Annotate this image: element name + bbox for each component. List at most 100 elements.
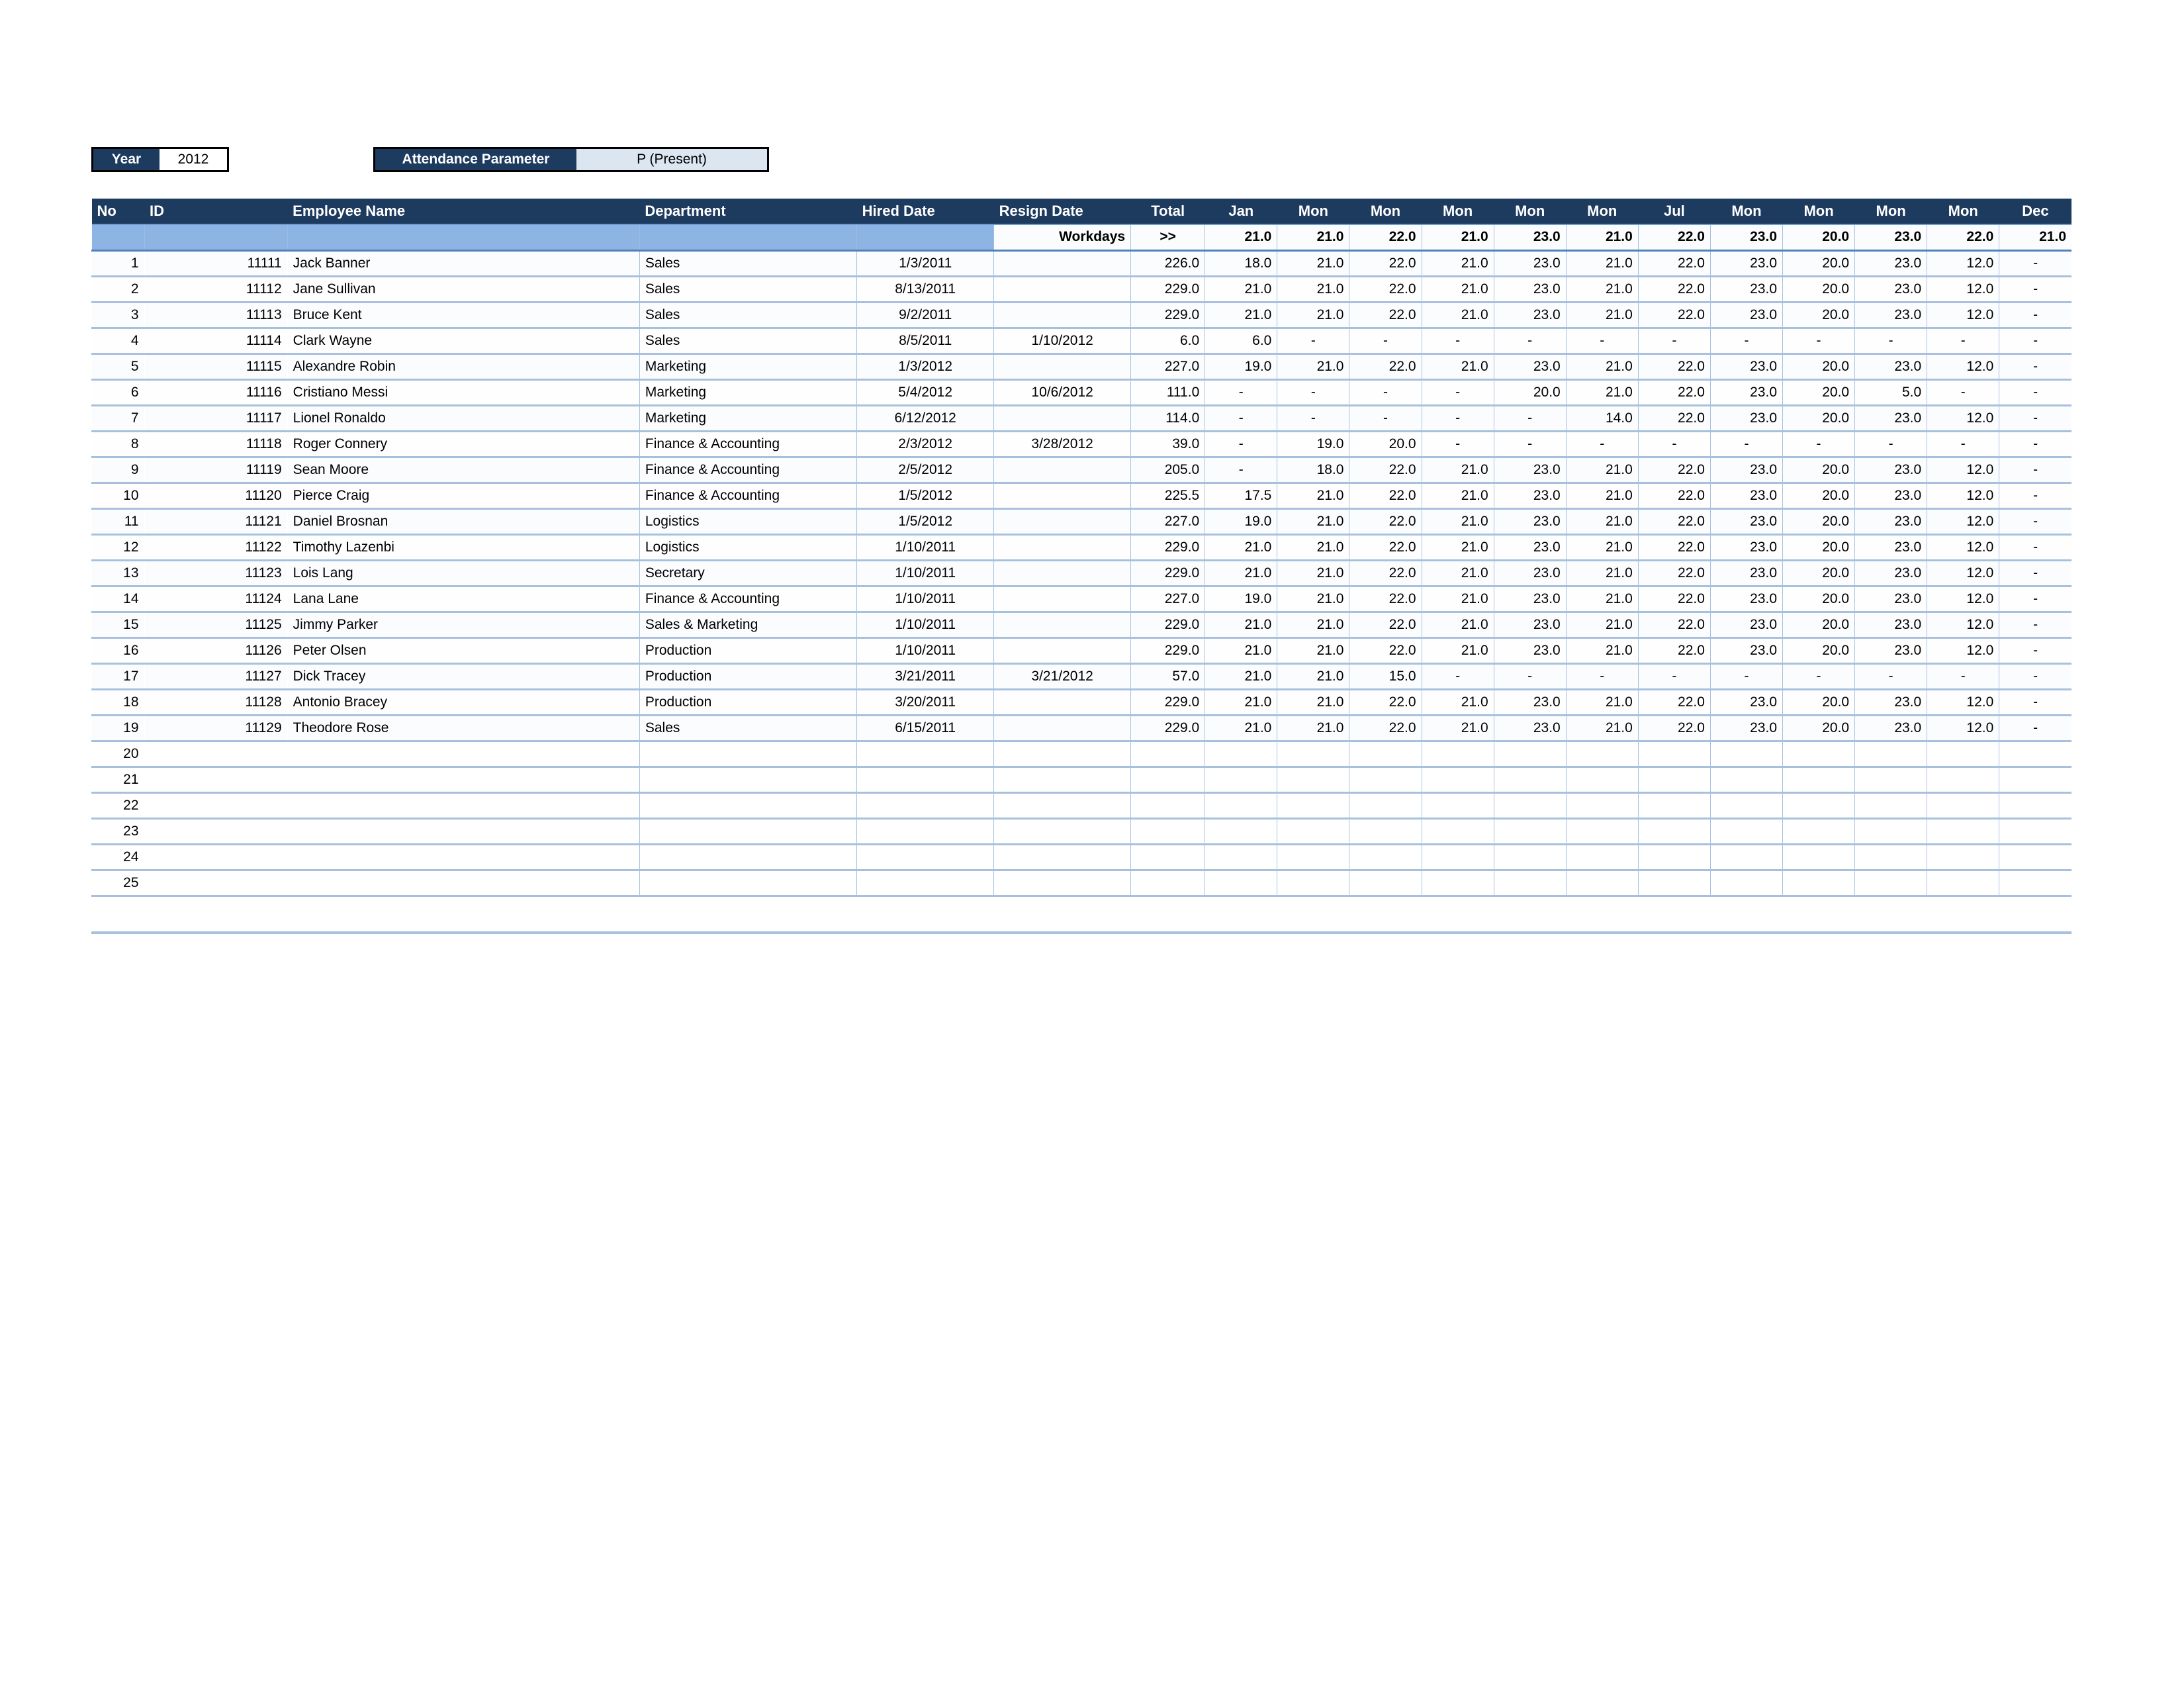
column-header-month-9[interactable]: Mon — [1782, 199, 1855, 224]
cell-employee-name[interactable]: Roger Connery — [287, 431, 640, 458]
cell-month-6[interactable]: 21.0 — [1565, 379, 1639, 406]
column-header-department[interactable]: Department — [639, 199, 857, 224]
column-header-resign-date[interactable]: Resign Date — [993, 199, 1131, 224]
cell-month-5[interactable]: 23.0 — [1493, 612, 1567, 639]
cell-month-6[interactable]: 21.0 — [1565, 302, 1639, 329]
year-value-field[interactable]: 2012 — [159, 149, 227, 170]
cell-month-2[interactable] — [1277, 870, 1349, 897]
cell-month-12[interactable] — [1999, 741, 2071, 768]
cell-month-11[interactable]: 12.0 — [1927, 353, 1999, 381]
cell-month-7[interactable]: 22.0 — [1637, 302, 1711, 329]
cell-department[interactable]: Sales — [639, 302, 857, 329]
cell-month-1[interactable]: 17.5 — [1205, 483, 1277, 510]
cell-employee-name[interactable]: Pierce Craig — [287, 483, 640, 510]
cell-month-8[interactable]: 23.0 — [1709, 560, 1783, 587]
cell-month-8[interactable]: 23.0 — [1709, 586, 1783, 613]
cell-month-3[interactable]: 15.0 — [1349, 663, 1422, 690]
table-row-empty[interactable]: 20 — [91, 741, 2071, 768]
cell-month-7[interactable]: 22.0 — [1637, 379, 1711, 406]
cell-month-9[interactable]: 20.0 — [1782, 250, 1855, 277]
cell-month-2[interactable] — [1277, 844, 1349, 871]
cell-month-6[interactable]: 21.0 — [1565, 612, 1639, 639]
cell-month-9[interactable]: 20.0 — [1782, 612, 1855, 639]
cell-month-1[interactable] — [1205, 741, 1277, 768]
cell-month-3[interactable] — [1349, 741, 1422, 768]
cell-month-9[interactable]: - — [1782, 431, 1855, 458]
cell-resign-date[interactable] — [993, 405, 1131, 432]
cell-month-11[interactable]: - — [1927, 663, 1999, 690]
cell-department[interactable] — [639, 792, 857, 820]
year-selector[interactable]: Year 2012 — [91, 147, 229, 172]
cell-id[interactable]: 11127 — [144, 663, 288, 690]
cell-month-6[interactable]: - — [1565, 663, 1639, 690]
cell-department[interactable] — [639, 870, 857, 897]
cell-month-2[interactable]: 21.0 — [1277, 637, 1349, 665]
cell-month-7[interactable]: 22.0 — [1637, 276, 1711, 303]
cell-month-12[interactable]: - — [1999, 353, 2071, 381]
table-row[interactable]: 7 11117 Lionel Ronaldo Marketing 6/12/2012 11… — [91, 405, 2071, 432]
cell-month-2[interactable]: 21.0 — [1277, 353, 1349, 381]
cell-month-7[interactable] — [1637, 767, 1711, 794]
cell-month-4[interactable]: 21.0 — [1421, 457, 1494, 484]
cell-month-12[interactable]: - — [1999, 379, 2071, 406]
table-row[interactable]: 19 11129 Theodore Rose Sales 6/15/2011 229.0 2… — [91, 715, 2071, 742]
cell-id[interactable]: 11121 — [144, 508, 288, 536]
cell-month-12[interactable]: - — [1999, 405, 2071, 432]
column-header-month-1[interactable]: Jan — [1205, 199, 1277, 224]
cell-month-5[interactable]: 23.0 — [1493, 508, 1567, 536]
cell-month-10[interactable]: 23.0 — [1854, 353, 1927, 381]
cell-month-9[interactable]: 20.0 — [1782, 689, 1855, 716]
cell-month-6[interactable]: 21.0 — [1565, 689, 1639, 716]
cell-month-4[interactable]: 21.0 — [1421, 276, 1494, 303]
cell-month-6[interactable]: 21.0 — [1565, 250, 1639, 277]
cell-month-7[interactable]: 22.0 — [1637, 457, 1711, 484]
cell-month-2[interactable]: - — [1277, 379, 1349, 406]
cell-employee-name[interactable]: Jack Banner — [287, 250, 640, 277]
cell-month-9[interactable]: - — [1782, 328, 1855, 355]
cell-month-10[interactable] — [1854, 792, 1927, 820]
cell-month-8[interactable] — [1709, 818, 1783, 845]
table-row-empty[interactable]: 22 — [91, 792, 2071, 820]
attendance-parameter-selector[interactable]: Attendance Parameter P (Present) — [373, 147, 769, 172]
column-header-month-12[interactable]: Dec — [1999, 199, 2071, 224]
cell-month-6[interactable]: 21.0 — [1565, 483, 1639, 510]
cell-employee-name[interactable] — [287, 792, 640, 820]
table-row[interactable]: 3 11113 Bruce Kent Sales 9/2/2011 229.0 21.0 21… — [91, 302, 2071, 329]
cell-month-1[interactable]: 21.0 — [1205, 663, 1277, 690]
cell-month-1[interactable] — [1205, 870, 1277, 897]
cell-month-3[interactable]: 22.0 — [1349, 637, 1422, 665]
cell-month-1[interactable]: 6.0 — [1205, 328, 1277, 355]
cell-month-9[interactable]: 20.0 — [1782, 457, 1855, 484]
cell-month-7[interactable]: 22.0 — [1637, 405, 1711, 432]
table-row-empty[interactable]: 23 — [91, 818, 2071, 845]
column-header-month-7[interactable]: Jul — [1638, 199, 1711, 224]
cell-resign-date[interactable] — [993, 715, 1131, 742]
cell-employee-name[interactable]: Lana Lane — [287, 586, 640, 613]
cell-month-11[interactable]: 12.0 — [1927, 483, 1999, 510]
cell-month-12[interactable]: - — [1999, 483, 2071, 510]
cell-employee-name[interactable]: Theodore Rose — [287, 715, 640, 742]
cell-month-10[interactable] — [1854, 818, 1927, 845]
cell-month-10[interactable] — [1854, 741, 1927, 768]
cell-hired-date[interactable]: 1/3/2011 — [856, 250, 994, 277]
cell-department[interactable] — [639, 767, 857, 794]
cell-month-2[interactable]: 21.0 — [1277, 250, 1349, 277]
cell-month-1[interactable]: 21.0 — [1205, 302, 1277, 329]
cell-hired-date[interactable] — [856, 792, 994, 820]
cell-employee-name[interactable]: Daniel Brosnan — [287, 508, 640, 536]
cell-department[interactable]: Sales — [639, 328, 857, 355]
cell-month-8[interactable] — [1709, 741, 1783, 768]
table-row[interactable]: 12 11122 Timothy Lazenbi Logistics 1/10/2011… — [91, 534, 2071, 561]
table-row[interactable]: 16 11126 Peter Olsen Production 1/10/2011 229… — [91, 637, 2071, 665]
cell-month-5[interactable]: - — [1493, 663, 1567, 690]
cell-month-1[interactable]: 21.0 — [1205, 276, 1277, 303]
cell-month-10[interactable]: 23.0 — [1854, 689, 1927, 716]
cell-resign-date[interactable] — [993, 767, 1131, 794]
cell-month-3[interactable] — [1349, 844, 1422, 871]
cell-employee-name[interactable] — [287, 741, 640, 768]
cell-id[interactable]: 11112 — [144, 276, 288, 303]
cell-month-10[interactable]: 23.0 — [1854, 250, 1927, 277]
cell-department[interactable]: Production — [639, 663, 857, 690]
cell-month-1[interactable]: 19.0 — [1205, 353, 1277, 381]
cell-month-8[interactable] — [1709, 870, 1783, 897]
